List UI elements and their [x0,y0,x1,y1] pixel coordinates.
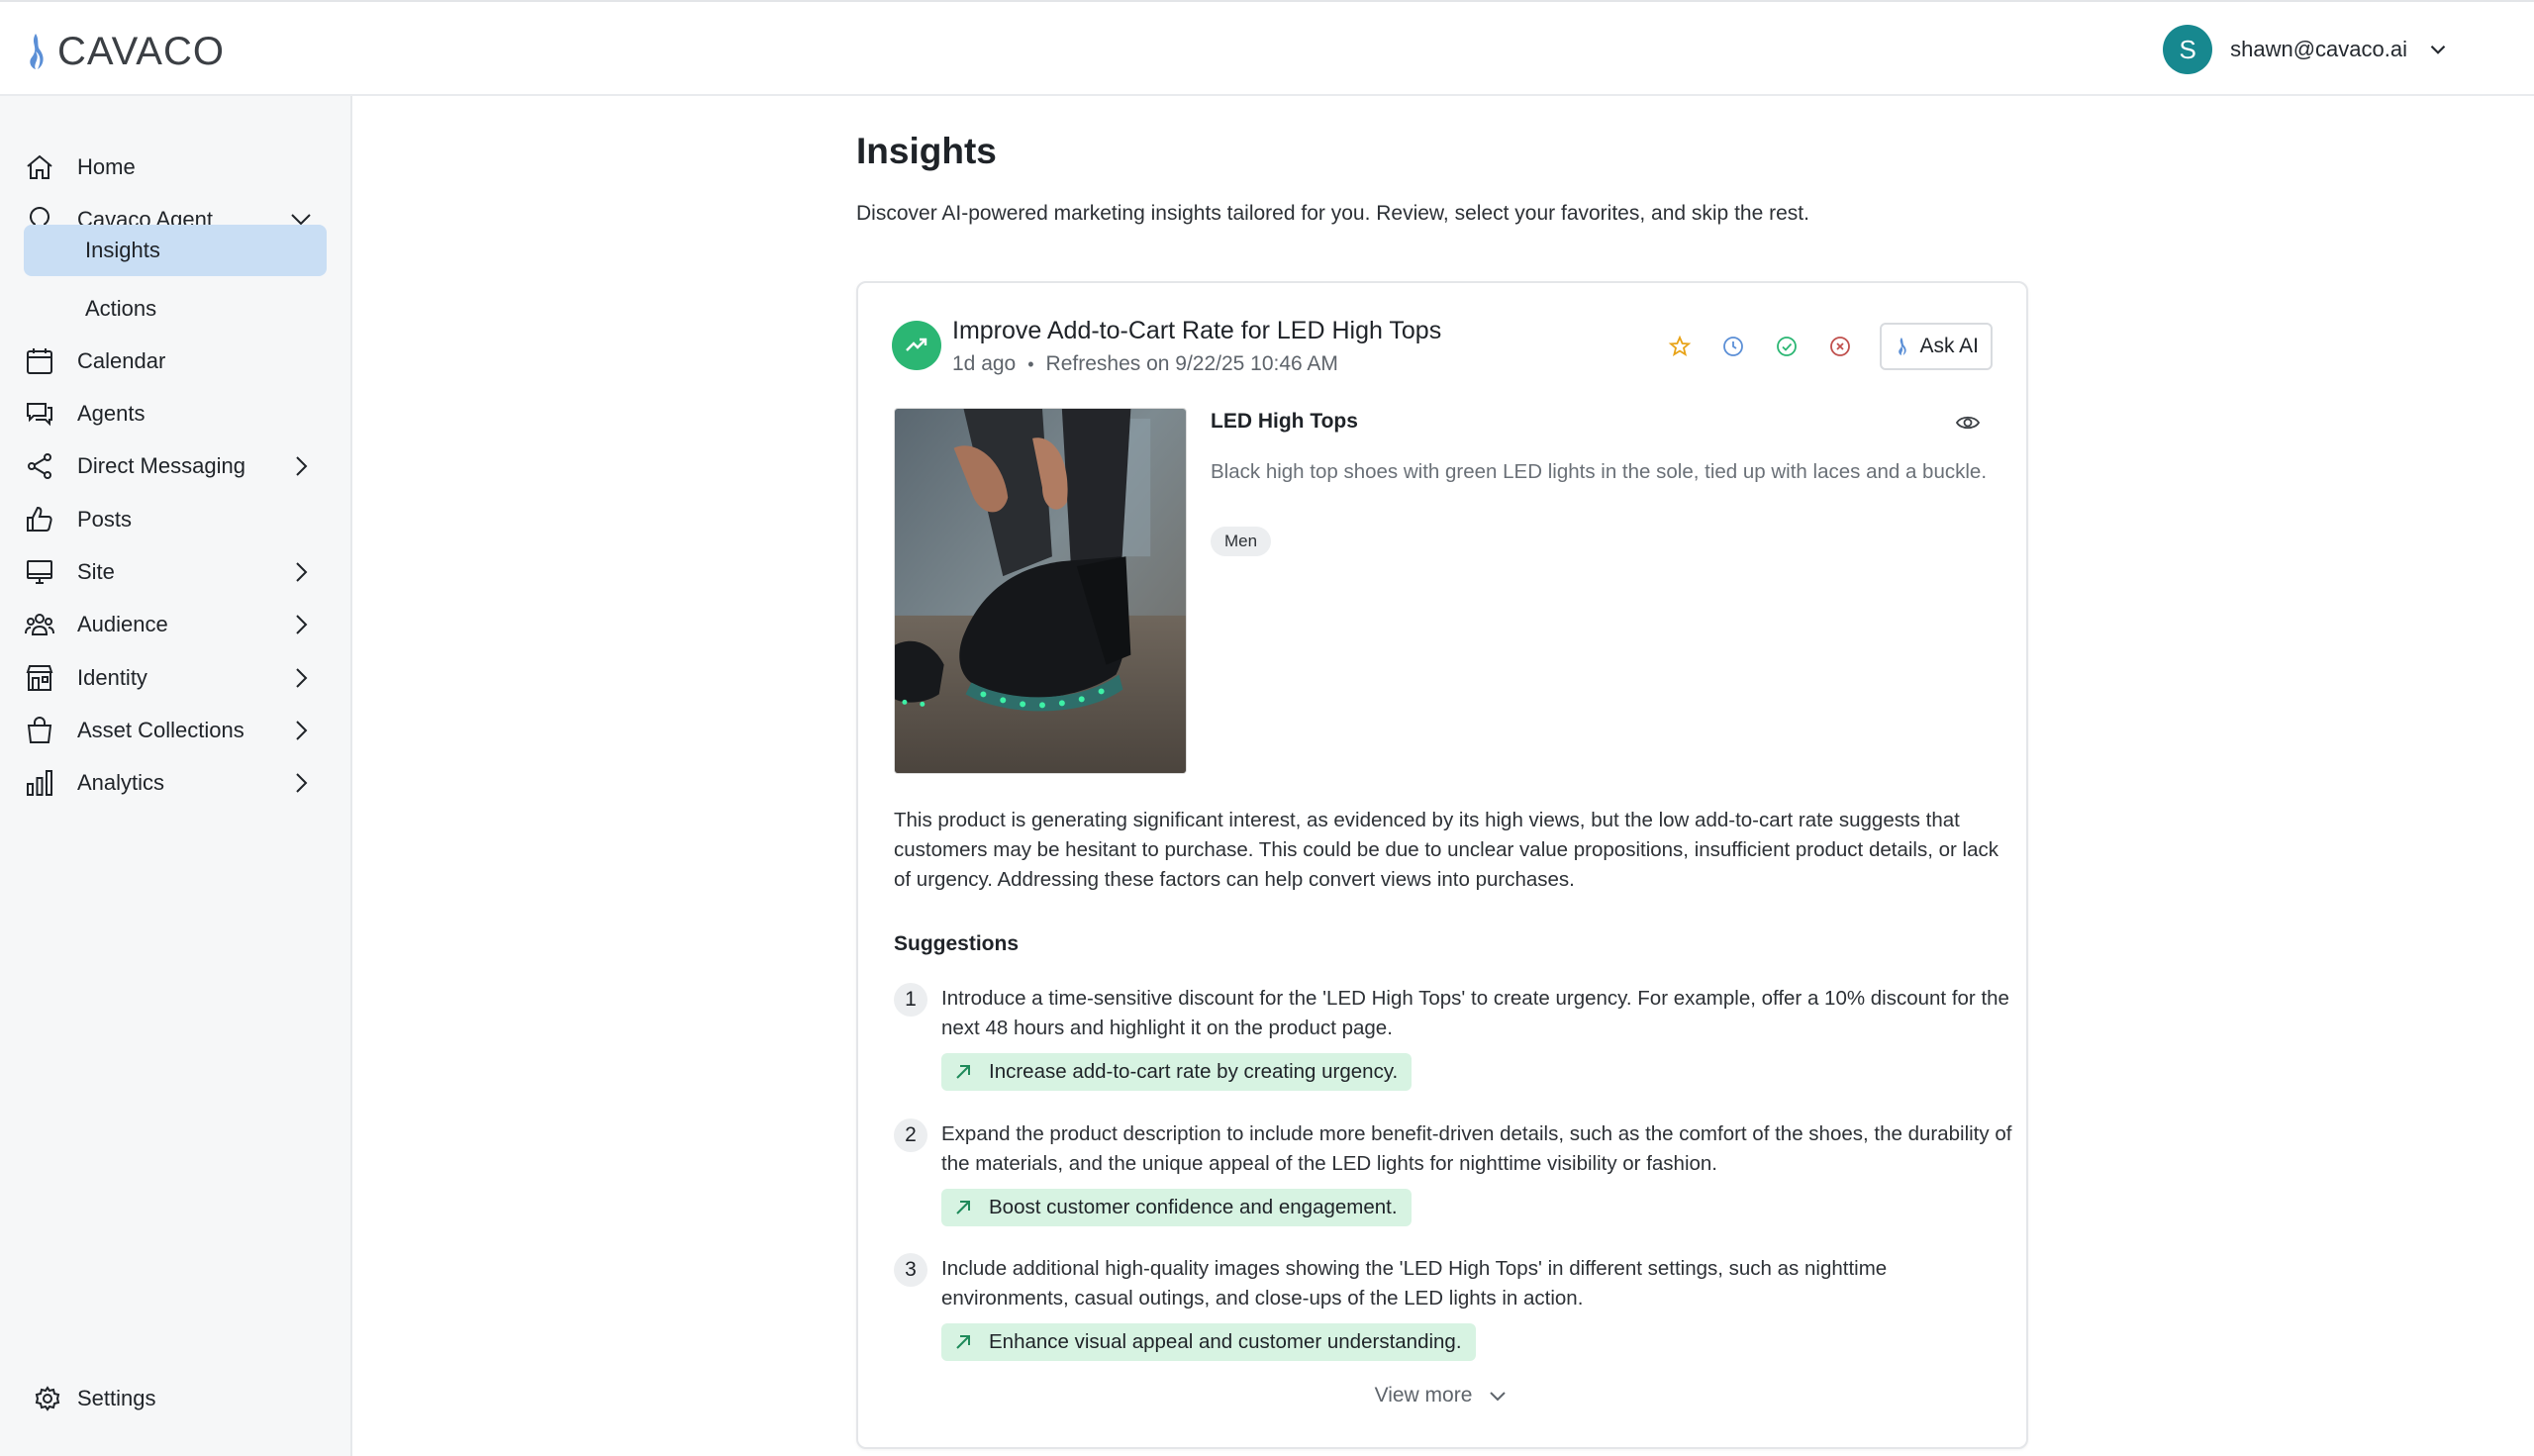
sidebar-item-label: Posts [77,507,133,532]
clock-icon [1723,337,1744,356]
product-tag: Men [1211,527,1272,556]
view-more-button[interactable]: View more [858,1384,2026,1407]
trending-up-icon [906,338,927,351]
sidebar-item-label: Actions [85,296,157,321]
sidebar-item-home[interactable]: Home [24,144,327,191]
eye-icon[interactable] [1955,410,1981,436]
top-bar: CAVACO S shawn@cavaco.ai [0,0,2534,96]
suggestion-number: 3 [894,1253,927,1287]
suggestions-heading: Suggestions [894,932,1020,955]
sidebar-item-label: Insights [85,238,160,262]
favorite-button[interactable] [1666,333,1694,360]
brand-name: CAVACO [57,29,225,73]
insight-meta: 1d ago • Refreshes on 9/22/25 10:46 AM [952,352,1338,376]
thumbs-up-icon [27,506,52,532]
calendar-icon [27,348,52,374]
product-image [894,408,1187,774]
arrow-up-right-icon [956,1201,970,1214]
trend-badge [892,321,941,370]
insight-refresh: Refreshes on 9/22/25 10:46 AM [1045,352,1338,375]
sidebar-item-direct-messaging[interactable]: Direct Messaging [24,442,327,490]
chat-icon [27,403,52,427]
gear-icon [35,1386,60,1411]
impact-badge: Boost customer confidence and engagement… [941,1189,1412,1226]
ask-ai-label: Ask AI [1919,335,1979,357]
brand-logo[interactable]: CAVACO [24,28,225,75]
sidebar: Home Cavaco Agent Insights Actions Calen… [0,96,352,1456]
suggestion-text: Introduce a time-sensitive discount for … [941,987,2009,1039]
bar-chart-icon [27,770,52,796]
insight-actions: Ask AI [1666,323,1993,370]
chevron-right-icon [296,668,308,688]
chevron-right-icon [296,721,308,740]
insight-title: Improve Add-to-Cart Rate for LED High To… [952,317,1442,344]
insight-card: Improve Add-to-Cart Rate for LED High To… [856,281,2028,1449]
sidebar-item-label: Identity [77,665,147,690]
home-icon [27,154,52,179]
monitor-icon [27,560,52,584]
ask-ai-button[interactable]: Ask AI [1880,323,1993,370]
users-icon [25,614,54,635]
sidebar-item-identity[interactable]: Identity [24,654,327,702]
suggestion-text: Include additional high-quality images s… [941,1257,1888,1310]
suggestion-number: 1 [894,983,927,1017]
x-circle-icon [1830,337,1851,356]
impact-badge: Enhance visual appeal and customer under… [941,1323,1476,1361]
sidebar-item-audience[interactable]: Audience [24,601,327,648]
product-name: LED High Tops [1211,410,1358,433]
impact-text: Increase add-to-cart rate by creating ur… [989,1060,1399,1083]
sidebar-item-asset-collections[interactable]: Asset Collections [24,707,327,754]
settings-button[interactable]: Settings [34,1385,156,1412]
product-description: Black high top shoes with green LED ligh… [1211,460,1988,483]
sidebar-item-label: Site [77,559,115,584]
snooze-button[interactable] [1719,333,1747,360]
impact-badge: Increase add-to-cart rate by creating ur… [941,1053,1413,1091]
chevron-down-icon [1490,1392,1507,1402]
sidebar-item-calendar[interactable]: Calendar [24,338,327,385]
user-menu[interactable]: S shawn@cavaco.ai [2163,24,2451,75]
insight-analysis: This product is generating significant i… [894,809,1998,891]
arrow-up-right-icon [956,1335,970,1349]
impact-text: Boost customer confidence and engagement… [989,1196,1398,1218]
arrow-up-right-icon [956,1065,970,1079]
sidebar-item-posts[interactable]: Posts [24,496,327,543]
sidebar-item-agents[interactable]: Agents [24,390,327,437]
page-title: Insights [856,131,997,171]
star-icon [1669,335,1692,356]
building-icon [26,665,53,691]
insight-age: 1d ago [952,352,1017,375]
sidebar-item-site[interactable]: Site [24,548,327,596]
meta-separator: • [1027,353,1034,374]
chevron-right-icon [296,773,308,793]
dismiss-button[interactable] [1826,333,1854,360]
sidebar-item-label: Calendar [77,348,166,373]
chevron-right-icon [296,562,308,582]
sidebar-item-actions[interactable]: Actions [24,283,327,335]
sidebar-item-label: Direct Messaging [77,453,245,478]
page-subtitle: Discover AI-powered marketing insights t… [856,202,1809,225]
flame-logo-icon [30,34,44,69]
sidebar-item-label: Audience [77,612,168,636]
avatar: S [2163,25,2213,74]
sidebar-item-label: Agents [77,401,146,426]
sidebar-item-label: Home [77,154,136,179]
sidebar-item-insights[interactable]: Insights [24,225,327,276]
view-more-label: View more [1374,1384,1473,1407]
chevron-down-icon [2430,45,2446,54]
chevron-right-icon [296,456,308,476]
sidebar-item-label: Analytics [77,770,165,795]
check-circle-icon [1777,337,1798,356]
settings-label: Settings [77,1386,156,1410]
chevron-right-icon [296,615,308,634]
user-email: shawn@cavaco.ai [2230,37,2407,61]
flame-icon [1899,338,1907,355]
bag-icon [27,717,52,743]
sidebar-item-label: Asset Collections [77,718,244,742]
sidebar-item-analytics[interactable]: Analytics [24,759,327,807]
suggestion-number: 2 [894,1118,927,1152]
accept-button[interactable] [1773,333,1801,360]
suggestion-text: Expand the product description to includ… [941,1122,2012,1175]
share-icon [28,453,51,479]
impact-text: Enhance visual appeal and customer under… [989,1330,1462,1353]
